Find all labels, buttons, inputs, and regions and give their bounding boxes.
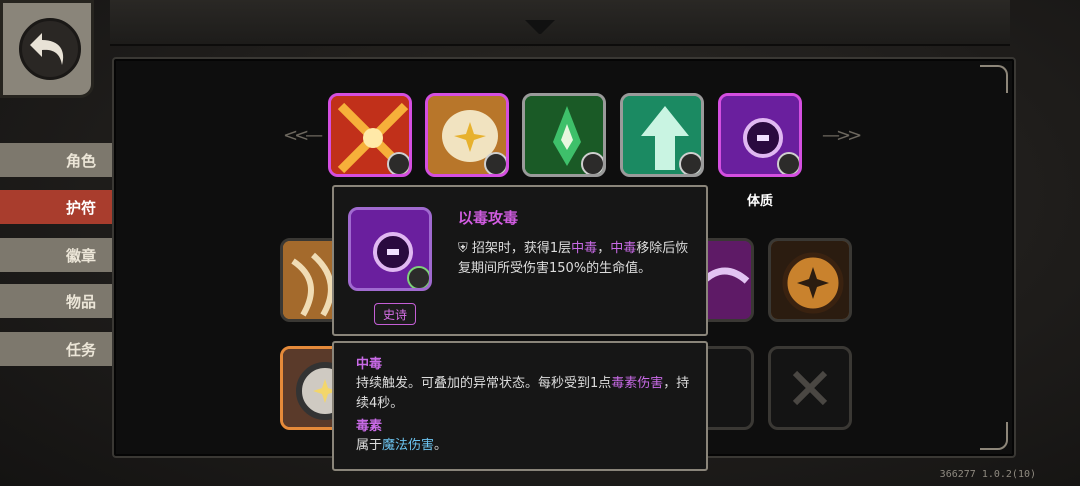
right-arrow-ornament-icon: —>> (822, 125, 862, 146)
amulet-eye-icon (771, 241, 849, 319)
glossary-tooltip: 中毒 持续触发。可叠加的异常状态。每秒受到1点毒素伤害，持续4秒。 毒素 属于魔… (332, 341, 708, 471)
shield-badge-icon (407, 266, 429, 288)
attribute-constitution[interactable] (718, 93, 802, 177)
attribute-perception[interactable] (620, 93, 704, 177)
undo-arrow-icon (19, 18, 81, 80)
perception-badge-icon (679, 152, 701, 174)
empty-amulet-slot[interactable] (768, 346, 852, 430)
attribute-agility[interactable] (425, 93, 509, 177)
amulet-description: ⛨ 招架时，获得1层中毒，中毒移除后恢复期间所受伤害150%的生命值。 (458, 241, 689, 276)
amulet-title: 以毒攻毒 (458, 209, 519, 227)
attribute-label: 体质 (746, 194, 773, 209)
left-arrow-ornament-icon: <<— (283, 125, 323, 146)
attribute-intelligence[interactable] (522, 93, 606, 177)
top-frame (110, 0, 1010, 46)
amulet-tooltip: 史诗 以毒攻毒 ⛨ 招架时，获得1层中毒，中毒移除后恢复期间所受伤害150%的生… (332, 185, 708, 336)
intelligence-badge-icon (581, 152, 603, 174)
amulet-slot[interactable] (768, 238, 852, 322)
agility-badge-icon (484, 152, 506, 174)
empty-x-icon (792, 370, 828, 406)
corner-ornament (980, 65, 1008, 93)
back-button[interactable] (0, 0, 94, 98)
glossary-term: 中毒 (356, 357, 383, 372)
corner-ornament (980, 422, 1008, 450)
glossary-term: 毒素 (356, 419, 383, 434)
rarity-badge: 史诗 (374, 303, 416, 325)
glossary-definition: 持续触发。可叠加的异常状态。每秒受到1点毒素伤害，持续4秒。 (356, 376, 690, 411)
parry-icon: ⛨ (458, 241, 472, 256)
tooltip-amulet-icon (348, 207, 432, 291)
top-notch (525, 20, 555, 46)
constitution-badge-icon (777, 152, 799, 174)
attribute-strength[interactable] (328, 93, 412, 177)
glossary-definition: 属于魔法伤害。 (356, 438, 448, 453)
version-label: 366277 1.0.2(10) (939, 469, 1036, 480)
strength-badge-icon (387, 152, 409, 174)
